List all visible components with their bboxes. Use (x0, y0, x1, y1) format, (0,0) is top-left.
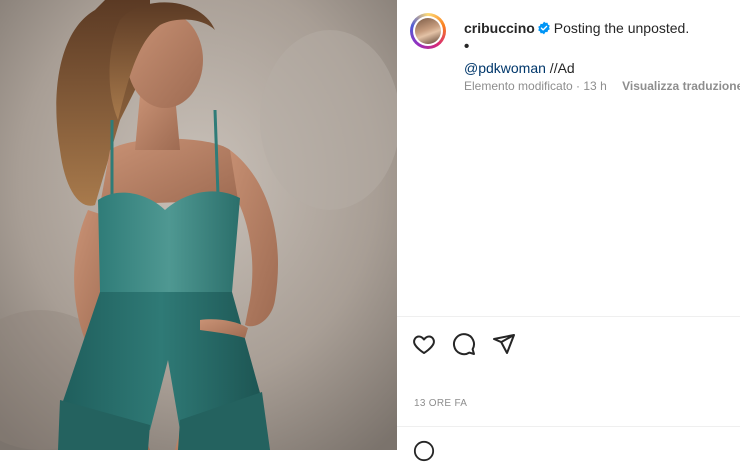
heart-icon[interactable] (411, 331, 437, 357)
divider (397, 316, 740, 317)
post-timestamp: 13 ORE FA (414, 398, 468, 409)
comment-row (413, 440, 435, 467)
translate-button[interactable]: Visualizza traduzione (622, 79, 740, 93)
mention-link[interactable]: @pdkwoman (464, 60, 546, 76)
post-caption: cribuccino Posting the unposted. • @pdkwo… (464, 18, 734, 78)
username-link[interactable]: cribuccino (464, 20, 535, 36)
caption-text: Posting the unposted. (553, 20, 690, 36)
post-photo[interactable] (0, 0, 397, 450)
divider (397, 426, 740, 427)
edited-time: Elemento modificato · 13 h (464, 79, 607, 93)
post-side-panel: cribuccino Posting the unposted. • @pdkwo… (397, 0, 740, 462)
smiley-icon[interactable] (413, 440, 435, 467)
caption-bullet: • (464, 38, 470, 55)
comment-icon[interactable] (451, 331, 477, 357)
avatar[interactable] (410, 13, 446, 49)
post-meta: Elemento modificato · 13 h Visualizza tr… (464, 79, 740, 93)
verified-badge-icon (537, 20, 551, 40)
paper-plane-icon[interactable] (491, 331, 517, 357)
action-bar (411, 331, 517, 357)
ad-tag: //Ad (545, 60, 575, 76)
